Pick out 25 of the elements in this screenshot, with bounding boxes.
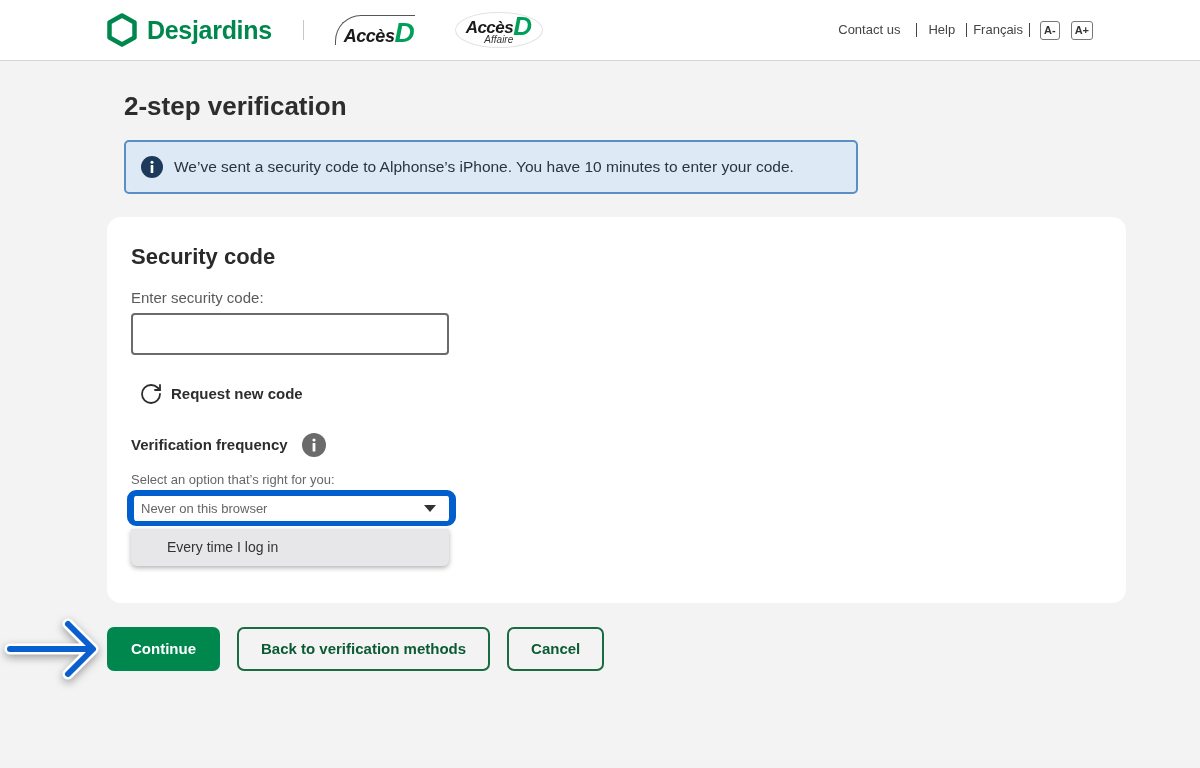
request-code-button[interactable]: Request new code (139, 381, 303, 407)
text-size-button[interactable]: A+ (1070, 20, 1093, 40)
frequency-select[interactable]: Never on this browser (127, 490, 456, 526)
secondary-button[interactable]: Cancel (507, 627, 605, 671)
product-logo: AccèsD (334, 15, 415, 45)
field-label: Enter security code: (131, 289, 264, 307)
section-heading: Verification frequency (131, 434, 288, 455)
secondary-button[interactable]: Back to verification methods (237, 627, 491, 671)
code-input-field[interactable] (131, 313, 449, 355)
header-link[interactable]: Contact us (838, 20, 901, 40)
brand-name: Desjardins (147, 17, 272, 43)
continue-button[interactable]: Continue (107, 627, 220, 671)
refresh-icon (139, 382, 163, 406)
text-size-button[interactable]: A- (1040, 20, 1060, 40)
header-link[interactable]: Français (973, 20, 1023, 40)
info-icon[interactable] (301, 433, 326, 457)
dropdown-option[interactable]: Every time I log in (131, 529, 449, 566)
page-title: 2-step verification (124, 91, 347, 121)
hint-text: Select an option that’s right for you: (131, 472, 335, 488)
alert-message: We’ve sent a security code to Alphonse’s iPhone. You have 10 minutes to enter your code. (174, 157, 794, 178)
caret-icon (424, 505, 436, 512)
card-title: Security code (131, 243, 276, 271)
hexagon-icon (107, 13, 137, 47)
header-link[interactable]: Help (928, 20, 956, 40)
info-icon (141, 156, 163, 178)
